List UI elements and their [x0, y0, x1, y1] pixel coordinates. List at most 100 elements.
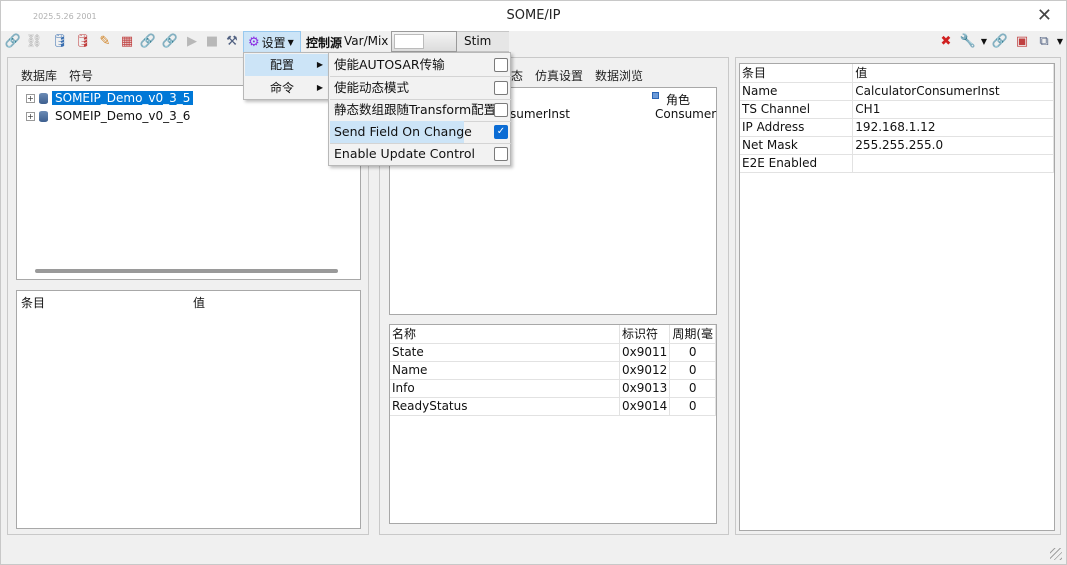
cell-value[interactable]	[852, 154, 1054, 173]
menu-item-label: 使能动态模式	[334, 80, 410, 95]
menu-item-enable-update-control[interactable]: Enable Update Control	[330, 143, 511, 165]
checkbox[interactable]	[494, 147, 508, 161]
gear-icon: ⚙	[248, 34, 260, 50]
close-panel-icon[interactable]: ▣	[1013, 33, 1031, 51]
checkbox-checked[interactable]: ✓	[494, 125, 508, 139]
stim-label: Stim	[464, 34, 492, 48]
table-row[interactable]: ReadyStatus 0x9014 0	[390, 397, 716, 416]
menu-item-label: Send Field On Change	[334, 124, 472, 139]
add-database-icon[interactable]: 🛢	[51, 33, 69, 51]
cell-period: 0	[669, 397, 716, 416]
layout-dropdown-icon[interactable]: ▼	[1051, 33, 1067, 51]
connect-right-icon[interactable]: 🔗	[991, 33, 1009, 51]
tab-status[interactable]: 态	[511, 67, 523, 84]
gavel-icon[interactable]: ⚒	[223, 33, 241, 51]
toggle-knob	[394, 34, 424, 49]
table-row[interactable]: Info 0x9013 0	[390, 379, 716, 398]
menu-item-label: 命令	[270, 81, 295, 95]
table-header-row: 名称 标识符 周期(毫	[390, 325, 716, 344]
database-icon	[39, 110, 48, 122]
table-row[interactable]: IP Address 192.168.1.12	[740, 118, 1054, 137]
tab-database[interactable]: 数据库	[21, 67, 57, 84]
role-icon	[652, 92, 659, 99]
role-value: Consumer	[655, 107, 717, 121]
settings-menu-button[interactable]: ⚙ 设置 ▼	[243, 31, 301, 53]
column-header-name: 名称	[390, 325, 621, 344]
column-header-item: 条目	[740, 64, 854, 83]
expand-icon[interactable]: +	[26, 111, 35, 121]
unlink-icon[interactable]: 🔗	[161, 33, 179, 51]
checkbox[interactable]	[494, 58, 508, 72]
cell-value[interactable]: 192.168.1.12	[852, 118, 1054, 137]
var-mix-label: Var/Mix	[344, 34, 389, 48]
tab-data-browse[interactable]: 数据浏览	[595, 67, 643, 84]
menu-item-label: 使能AUTOSAR传输	[334, 57, 445, 72]
cell-period: 0	[669, 361, 716, 380]
menu-item-label: 配置	[270, 58, 295, 72]
column-header-value: 值	[193, 296, 206, 310]
cell-value[interactable]: CH1	[852, 100, 1054, 119]
table-row[interactable]: State 0x9011 0	[390, 343, 716, 362]
configure-submenu: 使能AUTOSAR传输 使能动态模式 静态数组跟随Transform配置 Sen…	[328, 52, 511, 166]
field-table: 名称 标识符 周期(毫 State 0x9011 0 Name 0x9012 0…	[389, 324, 717, 524]
cell-id: 0x9013	[619, 379, 671, 398]
instance-name[interactable]: sumerInst	[510, 107, 570, 121]
cell-name: Info	[390, 379, 621, 398]
delete-icon[interactable]: ✖	[937, 33, 955, 51]
checkbox[interactable]	[494, 81, 508, 95]
horizontal-scrollbar[interactable]	[35, 269, 338, 273]
menu-item-enable-autosar[interactable]: 使能AUTOSAR传输	[330, 54, 511, 76]
table-row[interactable]: Name CalculatorConsumerInst	[740, 82, 1054, 101]
stop-icon[interactable]: ■	[203, 33, 221, 51]
table-view-icon[interactable]: ▦	[118, 33, 136, 51]
table-row[interactable]: Net Mask 255.255.255.0	[740, 136, 1054, 155]
settings-label: 设置	[261, 35, 286, 50]
menu-item-label: 静态数组跟随Transform配置	[334, 102, 497, 117]
settings-menu: 配置 ▶ 命令 ▶	[243, 52, 329, 100]
remove-database-icon[interactable]: 🛢	[74, 33, 92, 51]
chevron-down-icon: ▼	[287, 37, 294, 47]
checkbox[interactable]	[494, 103, 508, 117]
cell-id: 0x9011	[619, 343, 671, 362]
title-bar: 2025.5.26 2001 SOME/IP ✕	[1, 1, 1066, 31]
menu-item-send-field-on-change[interactable]: Send Field On Change ✓	[330, 121, 511, 143]
cell-name: ReadyStatus	[390, 397, 621, 416]
table-row[interactable]: Name 0x9012 0	[390, 361, 716, 380]
properties-grid: 条目 值 Name CalculatorConsumerInst TS Chan…	[740, 64, 1054, 173]
close-window-button[interactable]: ✕	[1037, 5, 1052, 26]
tree-item-demo-v036[interactable]: + SOMEIP_Demo_v0_3_6	[26, 107, 193, 125]
cell-item: E2E Enabled	[740, 154, 854, 173]
tab-simulation-settings[interactable]: 仿真设置	[535, 67, 583, 84]
menu-item-configure[interactable]: 配置 ▶	[245, 54, 329, 76]
cell-name: Name	[390, 361, 621, 380]
play-icon[interactable]: ▶	[183, 33, 201, 51]
menu-item-enable-dynamic-mode[interactable]: 使能动态模式	[330, 77, 511, 99]
cell-value[interactable]: CalculatorConsumerInst	[852, 82, 1054, 101]
field-table-grid: 名称 标识符 周期(毫 State 0x9011 0 Name 0x9012 0…	[390, 325, 716, 416]
control-source-label: 控制源	[306, 36, 343, 50]
disconnect-icon[interactable]: ⛓	[25, 33, 43, 51]
expand-icon[interactable]: +	[26, 93, 35, 103]
tab-symbol[interactable]: 符号	[69, 67, 93, 84]
properties-table: 条目 值 Name CalculatorConsumerInst TS Chan…	[739, 63, 1055, 531]
tree-item-demo-v035[interactable]: + SOMEIP_Demo_v0_3_5	[26, 89, 194, 107]
menu-item-command[interactable]: 命令 ▶	[245, 77, 329, 99]
menu-item-label: Enable Update Control	[334, 146, 475, 161]
link-icon[interactable]: 🔗	[139, 33, 157, 51]
table-row[interactable]: E2E Enabled	[740, 154, 1054, 173]
column-header-id: 标识符	[619, 325, 671, 344]
resize-grip[interactable]	[1050, 548, 1062, 560]
left-tabs: 数据库 符号	[21, 67, 93, 84]
edit-database-icon[interactable]: ✎	[96, 33, 114, 51]
tree-item-label: SOMEIP_Demo_v0_3_6	[55, 109, 191, 123]
cell-id: 0x9014	[619, 397, 671, 416]
cell-value[interactable]: 255.255.255.0	[852, 136, 1054, 155]
control-source-toggle[interactable]	[391, 31, 457, 52]
toolbar: 🔗 ⛓ 🛢 🛢 ✎ ▦ 🔗 🔗 ▶ ■ ⚒ ⚙ 设置 ▼ 控制源 Var/Mix…	[1, 31, 1066, 53]
app-window: 2025.5.26 2001 SOME/IP ✕ 🔗 ⛓ 🛢 🛢 ✎ ▦ 🔗 🔗…	[0, 0, 1067, 565]
connect-icon[interactable]: 🔗	[4, 33, 22, 51]
column-header-period: 周期(毫	[669, 325, 716, 344]
cell-period: 0	[669, 343, 716, 362]
table-row[interactable]: TS Channel CH1	[740, 100, 1054, 119]
menu-item-static-array-transform[interactable]: 静态数组跟随Transform配置	[330, 99, 511, 121]
